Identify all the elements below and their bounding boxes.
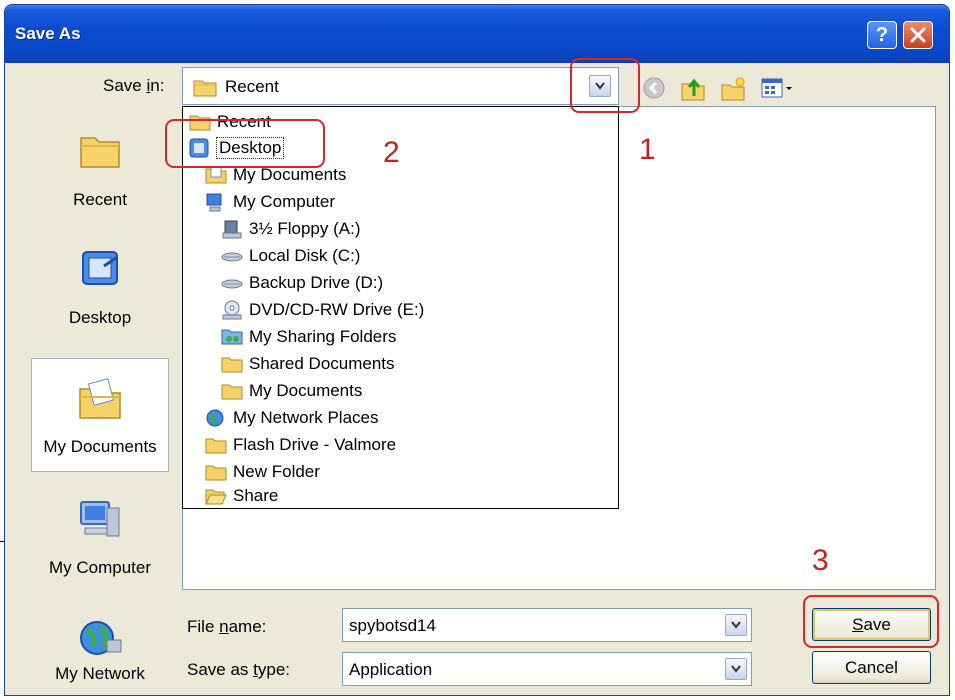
help-button[interactable]: ? <box>867 21 897 49</box>
dropdown-item-my-computer[interactable]: My Computer <box>205 189 335 214</box>
recent-folder-icon <box>80 137 120 168</box>
title-bar[interactable]: Save As ? <box>5 5 949 63</box>
save-as-type-label: Save as type: <box>187 660 291 679</box>
back-icon[interactable] <box>642 76 666 100</box>
save-in-value: Recent <box>225 77 279 96</box>
save-in-combobox[interactable]: Recent <box>182 67 619 105</box>
dropdown-item-new-folder[interactable]: New Folder <box>205 459 320 484</box>
dropdown-item-dvd-drive[interactable]: DVD/CD-RW Drive (E:) <box>221 297 424 322</box>
file-name-dropdown-button[interactable] <box>725 614 747 636</box>
place-recent[interactable]: Recent <box>31 112 169 224</box>
file-name-value: spybotsd14 <box>349 616 436 635</box>
help-icon: ? <box>875 23 889 46</box>
my-computer-icon <box>80 501 120 537</box>
folder-icon <box>205 465 227 480</box>
dropdown-item-share[interactable]: Share <box>205 483 278 508</box>
my-network-icon <box>80 621 122 655</box>
hard-disk-icon <box>221 252 243 261</box>
folder-icon <box>193 80 217 97</box>
my-computer-icon <box>206 193 222 211</box>
window-title: Save As <box>15 24 81 43</box>
chevron-down-icon <box>731 621 741 629</box>
file-name-input[interactable]: spybotsd14 <box>342 608 752 642</box>
folder-icon <box>221 357 243 372</box>
save-as-type-value: Application <box>349 660 433 679</box>
chevron-down-icon <box>731 665 741 673</box>
desktop-icon <box>82 251 118 285</box>
place-desktop[interactable]: Desktop <box>31 230 169 342</box>
places-bar: Recent Desktop My Documents My Computer <box>18 112 174 700</box>
annotation-number-2: 2 <box>383 136 400 169</box>
dropdown-item-floppy[interactable]: 3½ Floppy (A:) <box>221 216 361 241</box>
shared-folder-icon <box>221 329 243 344</box>
annotation-box-1 <box>570 58 640 113</box>
dropdown-item-flash-drive[interactable]: Flash Drive - Valmore <box>205 432 396 457</box>
annotation-box-2 <box>165 119 325 168</box>
dropdown-item-my-network-places[interactable]: My Network Places <box>205 405 378 430</box>
new-folder-icon[interactable] <box>720 76 746 102</box>
cd-drive-icon <box>222 300 242 319</box>
dropdown-item-shared-documents[interactable]: Shared Documents <box>221 351 395 376</box>
annotation-number-1: 1 <box>639 133 656 166</box>
annotation-box-3 <box>803 595 939 648</box>
up-folder-icon[interactable] <box>680 76 706 102</box>
hard-disk-icon <box>221 279 243 288</box>
network-icon <box>206 409 224 426</box>
save-as-type-dropdown-button[interactable] <box>725 658 747 680</box>
dropdown-item-my-documents-sub[interactable]: My Documents <box>221 378 362 403</box>
close-icon <box>910 27 926 43</box>
place-my-network[interactable]: My Network <box>31 598 169 698</box>
save-as-type-select[interactable]: Application <box>342 652 752 686</box>
dropdown-item-my-sharing-folders[interactable]: My Sharing Folders <box>221 324 396 349</box>
annotation-number-3: 3 <box>812 544 829 577</box>
cancel-button[interactable]: Cancel <box>812 651 931 684</box>
my-documents-icon <box>205 166 227 183</box>
save-in-label: Save in: <box>103 76 165 95</box>
close-button[interactable] <box>903 21 933 49</box>
views-menu-icon[interactable] <box>760 76 796 100</box>
file-name-label: File name: <box>187 617 267 636</box>
place-my-documents[interactable]: My Documents <box>31 358 169 472</box>
folder-icon <box>205 438 227 453</box>
dropdown-item-backup-drive[interactable]: Backup Drive (D:) <box>221 270 383 295</box>
floppy-icon <box>222 220 242 238</box>
my-documents-icon <box>79 378 121 419</box>
open-folder-icon <box>205 489 227 504</box>
dropdown-item-local-disk[interactable]: Local Disk (C:) <box>221 243 360 268</box>
folder-icon <box>221 384 243 399</box>
place-my-computer[interactable]: My Computer <box>31 480 169 592</box>
